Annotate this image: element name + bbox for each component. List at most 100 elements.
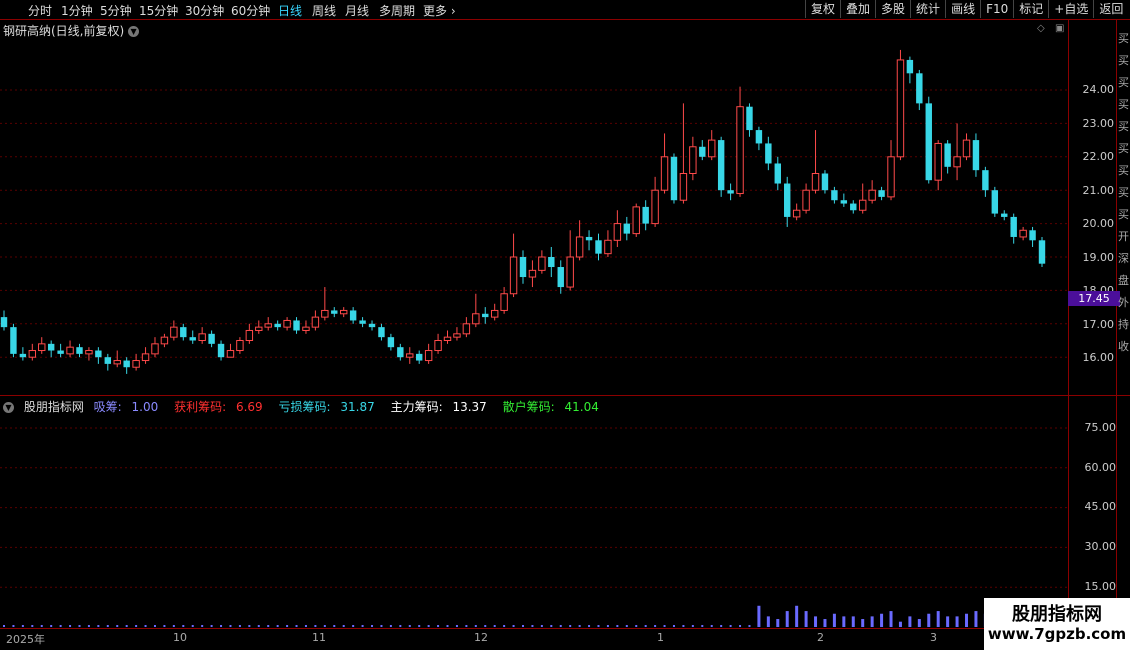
candle-body [557,267,564,288]
indicator-baseline-dot [182,625,185,627]
candle-body [264,323,272,328]
candle-body [123,360,130,368]
indicator-baseline-dot [257,625,260,627]
candle-body [311,316,320,328]
indicator-baseline-dot [550,625,553,627]
indicator-bar [927,613,931,627]
indicator-baseline-dot [238,625,241,627]
indicator-bar [757,605,761,627]
indicator-baseline-dot [59,625,62,627]
candle-body [575,236,584,258]
indicator-bar [766,616,770,627]
candle-body [443,336,452,342]
indicator-baseline-dot [69,625,72,627]
stock-chart-canvas[interactable] [0,0,1130,650]
candle-body [878,190,885,197]
candle-body [424,350,433,362]
candle-body [840,200,848,204]
indicator-baseline-dot [654,625,657,627]
candle-body [802,189,810,211]
indicator-baseline-dot [493,625,496,627]
candle-body [755,130,763,144]
candle-body [792,209,801,218]
candle-body [113,360,121,365]
candle-body [982,170,989,191]
indicator-baseline-dot [446,625,449,627]
indicator-baseline-dot [153,625,156,627]
indicator-bar [870,616,874,627]
candle-body [321,309,329,318]
indicator-bar [880,613,884,627]
indicator-baseline-dot [559,625,562,627]
candle-body [482,313,489,318]
indicator-baseline-dot [201,625,204,627]
indicator-bar [851,616,855,627]
indicator-baseline-dot [710,625,713,627]
candle-body [66,346,74,355]
indicator-baseline-dot [720,625,723,627]
indicator-baseline-dot [144,625,147,627]
indicator-baseline-dot [78,625,81,627]
indicator-baseline-dot [40,625,43,627]
indicator-bar [823,619,827,627]
indicator-bar [917,619,921,627]
candle-body [397,347,404,358]
indicator-baseline-dot [210,625,213,627]
indicator-baseline-dot [352,625,355,627]
candle-body [962,139,971,158]
candle-body [679,173,688,201]
indicator-baseline-dot [455,625,458,627]
indicator-baseline-dot [522,625,524,627]
indicator-baseline-dot [229,625,232,627]
indicator-baseline-dot [512,625,515,627]
indicator-baseline-dot [437,625,440,627]
candle-body [85,350,93,355]
indicator-baseline-dot [116,625,119,627]
indicator-baseline-dot [503,625,506,627]
candle-body [784,183,791,217]
indicator-baseline-dot [672,625,675,627]
indicator-baseline-dot [644,625,647,627]
indicator-bar [804,611,808,627]
candle-body [302,326,310,331]
candle-body [47,343,55,351]
candle-body [141,353,150,362]
candle-body [850,203,857,211]
candle-body [868,189,876,201]
candle-body [509,256,518,295]
indicator-baseline-dot [220,625,223,627]
candle-body [916,73,923,104]
indicator-bar [898,621,902,627]
candle-body [859,199,867,211]
indicator-baseline-dot [3,625,5,627]
candle-body [274,323,281,328]
candle-body [746,106,753,131]
candle-body [151,343,159,355]
candle-body [378,327,385,338]
candle-body [651,189,659,225]
candle-body [434,340,442,352]
candle-body [28,350,37,358]
candle-body [387,337,395,348]
candle-body [934,142,942,181]
candle-body [660,156,669,191]
indicator-bar [785,611,789,627]
indicator-baseline-dot [135,625,138,627]
indicator-baseline-dot [418,625,421,627]
candle-body [359,320,366,324]
indicator-bar [974,611,978,627]
indicator-baseline-dot [616,625,619,627]
candle-body [208,333,215,344]
candle-body [1029,230,1036,241]
candle-body [831,190,838,201]
indicator-baseline-dot [569,625,572,627]
candle-body [613,223,622,241]
indicator-baseline-dot [87,625,90,627]
indicator-baseline-dot [286,625,289,627]
indicator-baseline-dot [408,625,411,627]
candle-body [10,327,17,354]
indicator-baseline-dot [267,625,270,627]
indicator-baseline-dot [389,625,392,627]
candle-body [198,333,206,342]
indicator-baseline-dot [739,625,742,627]
